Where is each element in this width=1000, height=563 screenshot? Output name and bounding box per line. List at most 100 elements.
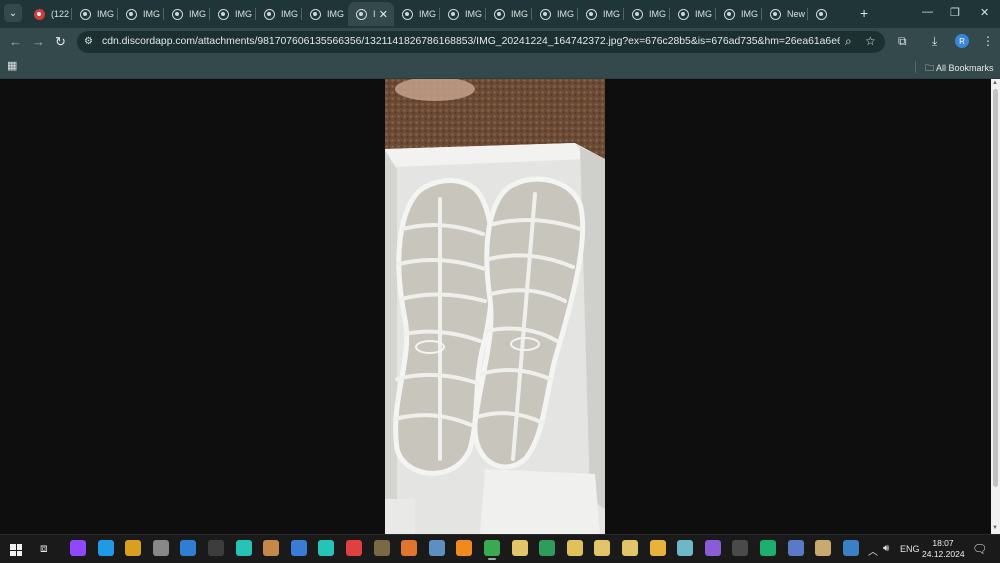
scroll-up-icon[interactable]: ▲ <box>992 80 998 86</box>
file-explorer-app-icon[interactable] <box>649 540 666 556</box>
downloader-app-icon[interactable] <box>346 540 362 556</box>
tab-img[interactable]: IMG <box>440 2 486 26</box>
tab-label: IMG <box>189 9 206 19</box>
qbittorrent-app-icon[interactable] <box>290 540 307 556</box>
shoe-sole-photo[interactable] <box>385 79 605 534</box>
globe-icon <box>540 8 551 20</box>
music-app-icon[interactable] <box>235 540 252 556</box>
tab-label: IMG <box>97 9 114 19</box>
notes-app-3-icon[interactable] <box>622 540 638 556</box>
tab-youtube[interactable]: (122 <box>26 2 72 26</box>
obs-app-icon[interactable] <box>732 540 749 556</box>
music-app-2-icon[interactable] <box>318 540 335 556</box>
globe-icon <box>678 8 689 20</box>
notes-app-icon[interactable] <box>511 540 528 556</box>
globe-icon <box>218 8 229 20</box>
tab-img[interactable]: IMG <box>256 2 302 26</box>
tab-img[interactable]: IMG <box>578 2 624 26</box>
image-app-icon[interactable] <box>263 540 280 556</box>
clock[interactable]: 18:07 24.12.2024 <box>922 538 965 560</box>
globe-icon <box>80 8 91 20</box>
tab-img[interactable]: IMG <box>532 2 578 26</box>
menu-kebab-icon[interactable]: ⋮ <box>982 34 994 48</box>
screenshot-app-icon[interactable] <box>842 540 859 556</box>
close-tab-icon[interactable]: ✕ <box>379 8 388 21</box>
restore-icon: ❐ <box>950 7 960 19</box>
url-text[interactable]: cdn.discordapp.com/attachments/981707606… <box>102 36 840 47</box>
twitch-app-icon[interactable] <box>70 540 86 556</box>
apps-grid-icon[interactable]: ▦ <box>7 59 17 72</box>
tab-new[interactable] <box>808 2 854 26</box>
tab-img[interactable]: IMG <box>394 2 440 26</box>
back-button[interactable]: ← <box>9 34 22 49</box>
windows-logo-tile <box>16 544 22 550</box>
edge-app-icon[interactable] <box>97 540 114 556</box>
notes-app-2-icon[interactable] <box>594 540 611 556</box>
vpn-app-icon[interactable] <box>180 540 197 556</box>
globe-icon <box>264 8 275 20</box>
vlc-app-icon[interactable] <box>456 540 473 556</box>
tool-app-icon[interactable] <box>428 540 445 556</box>
reload-icon: ↻ <box>55 34 66 49</box>
restore-button[interactable]: ❐ <box>950 6 960 19</box>
scroll-down-icon[interactable]: ▼ <box>992 525 998 531</box>
notification-center-icon[interactable]: 🗨︎ <box>972 542 987 556</box>
tab-img[interactable]: New <box>762 2 808 26</box>
league-app-icon[interactable] <box>815 540 832 556</box>
tab-search-button[interactable]: ⌄ <box>4 4 22 22</box>
calculator-app-icon[interactable] <box>787 540 804 556</box>
remote-app-icon[interactable] <box>677 540 694 556</box>
photo-graphic <box>385 79 605 534</box>
task-view-button[interactable]: ⧈ <box>40 541 48 556</box>
volume-icon[interactable]: 🔊︎ <box>883 543 889 554</box>
site-info-icon[interactable]: ⚙ <box>84 36 93 47</box>
download-icon[interactable]: ⤓ <box>932 34 937 49</box>
new-tab-button[interactable]: + <box>860 5 868 21</box>
browser-app-icon[interactable] <box>401 540 418 556</box>
visual-studio-app-icon[interactable] <box>704 540 721 556</box>
tab-label: IMG <box>649 9 666 19</box>
pycharm-app-icon[interactable] <box>539 540 556 556</box>
clock-date: 24.12.2024 <box>922 549 965 559</box>
close-window-button[interactable]: ✕ <box>980 6 989 19</box>
tab-img[interactable]: IMG <box>716 2 762 26</box>
globe-icon <box>586 8 597 20</box>
all-bookmarks-button[interactable]: 🗀 All Bookmarks <box>925 61 994 77</box>
tab-label: IMG <box>695 9 712 19</box>
tab-img-active[interactable]: I ✕ <box>348 2 394 26</box>
chrome-app-icon[interactable] <box>484 540 500 560</box>
tab-img[interactable]: IMG <box>164 2 210 26</box>
game-app-icon[interactable] <box>373 540 390 556</box>
input-language[interactable]: ENG <box>900 544 920 554</box>
tab-img[interactable]: IMG <box>486 2 532 26</box>
scroll-thumb[interactable] <box>993 89 998 487</box>
tab-label: IMG <box>741 9 758 19</box>
world-of-warcraft-app-icon[interactable] <box>125 540 142 556</box>
tab-img[interactable]: IMG <box>670 2 716 26</box>
video-editor-app-icon[interactable] <box>208 540 224 556</box>
bookmark-star-icon[interactable]: ☆ <box>865 34 876 48</box>
globe-icon <box>310 8 321 20</box>
start-button[interactable] <box>10 544 22 556</box>
app-launcher-icon[interactable] <box>760 540 776 556</box>
extensions-icon[interactable]: ⧉ <box>898 34 907 49</box>
tab-img[interactable]: IMG <box>72 2 118 26</box>
all-bookmarks-label: All Bookmarks <box>936 63 994 73</box>
zoom-icon[interactable]: ⌕ <box>845 34 852 49</box>
tab-img[interactable]: IMG <box>302 2 348 26</box>
media-player-app-icon[interactable] <box>566 540 583 556</box>
globe-icon <box>724 8 735 20</box>
profile-avatar[interactable]: R <box>955 34 969 48</box>
tray-overflow-icon[interactable]: ︿ <box>868 543 878 558</box>
reload-button[interactable]: ↻ <box>55 34 66 50</box>
globe-icon <box>770 8 781 20</box>
tab-label: I <box>373 9 376 19</box>
tab-img[interactable]: IMG <box>624 2 670 26</box>
forward-button[interactable]: → <box>32 34 45 49</box>
minimize-button[interactable]: — <box>922 6 933 18</box>
tab-img[interactable]: IMG <box>210 2 256 26</box>
tab-label: IMG <box>465 9 482 19</box>
bookmarks-bar <box>0 56 1000 79</box>
storage-app-icon[interactable] <box>152 540 169 556</box>
tab-img[interactable]: IMG <box>118 2 164 26</box>
